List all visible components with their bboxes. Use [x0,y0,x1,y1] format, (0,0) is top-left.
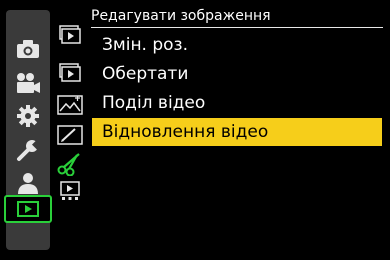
playback-mode-icon[interactable] [54,22,86,48]
person-icon[interactable] [6,170,50,196]
video-camera-icon[interactable] [6,70,50,96]
camera-icon[interactable] [6,36,50,62]
camera-menu-screen: Редагувати зображення Змін. роз. Обертат… [0,0,390,260]
menu-item-video-divide[interactable]: Поділ відео [92,89,382,117]
page-title: Редагувати зображення [91,8,271,24]
scissors-icon[interactable] [54,151,86,177]
playback-settings-icon[interactable] [54,178,86,204]
gear-icon[interactable] [6,103,50,129]
menu-item-video-restore[interactable]: Відновлення відео [92,118,382,146]
wrench-icon[interactable] [6,137,50,163]
edit-image-icon[interactable] [54,122,86,148]
playback-icon[interactable] [4,195,52,223]
menu-list: Змін. роз. Обертати Поділ відео Відновле… [92,31,382,147]
subtab-column [54,10,86,210]
menu-item-rotate[interactable]: Обертати [92,60,382,88]
image-process-icon[interactable] [54,92,86,118]
playback-mode-2-icon[interactable] [54,60,86,86]
menu-item-resize[interactable]: Змін. роз. [92,31,382,59]
category-column [4,10,52,250]
title-divider [91,27,383,28]
